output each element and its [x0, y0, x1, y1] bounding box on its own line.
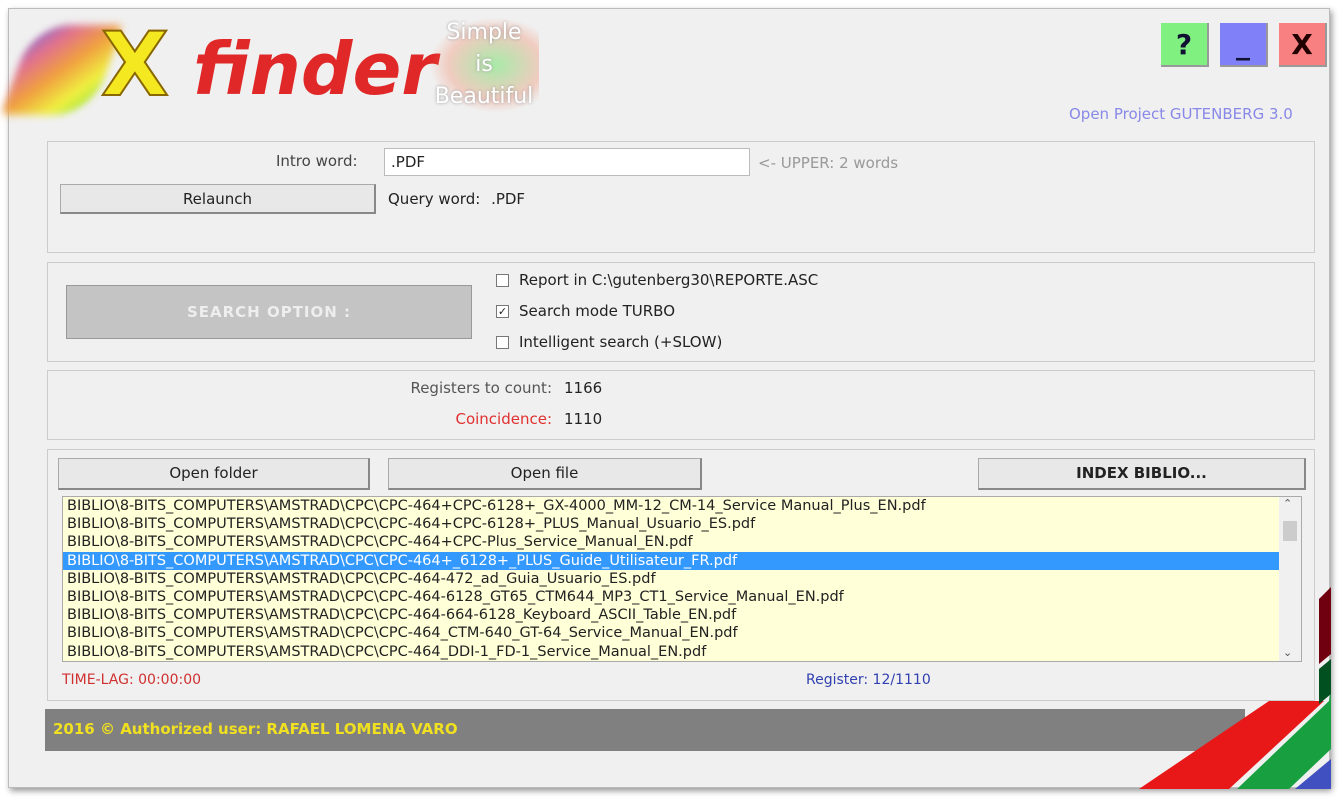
rgb-stripes-decoration — [1139, 587, 1331, 789]
footer-copyright: 2016 © Authorized user: RAFAEL LOMENA VA… — [53, 720, 458, 738]
slogan-line: Simple — [446, 20, 522, 45]
register-counter: Register: 12/1110 — [806, 672, 931, 688]
coincidence-value: 1110 — [564, 410, 603, 428]
turbo-option[interactable]: ✓ Search mode TURBO — [496, 302, 675, 320]
checkbox[interactable] — [496, 336, 509, 349]
counts-panel: Registers to count: 1166 Coincidence: 11… — [47, 370, 1315, 440]
darkred-stripe — [1319, 587, 1331, 664]
results-list[interactable]: BIBLIO\8-BITS_COMPUTERS\AMSTRAD\CPC\CPC-… — [62, 496, 1302, 662]
query-word-label: Query word: — [388, 190, 481, 208]
list-item[interactable]: BIBLIO\8-BITS_COMPUTERS\AMSTRAD\CPC\CPC-… — [63, 515, 1301, 533]
intro-word-label: Intro word: — [276, 152, 358, 170]
app-window: X finder Simple is Beautiful ? _ X Open … — [0, 8, 1331, 789]
list-item[interactable]: BIBLIO\8-BITS_COMPUTERS\AMSTRAD\CPC\CPC-… — [63, 533, 1301, 551]
slogan-line: Beautiful — [434, 84, 534, 109]
list-item[interactable]: BIBLIO\8-BITS_COMPUTERS\AMSTRAD\CPC\CPC-… — [63, 606, 1301, 624]
list-item[interactable]: BIBLIO\8-BITS_COMPUTERS\AMSTRAD\CPC\CPC-… — [63, 624, 1301, 642]
index-biblio-button[interactable]: INDEX BIBLIO... — [978, 458, 1306, 490]
intelligent-option[interactable]: Intelligent search (+SLOW) — [496, 333, 722, 351]
scrollbar-thumb[interactable] — [1283, 521, 1297, 541]
checkbox-checked[interactable]: ✓ — [496, 305, 509, 318]
scroll-up-icon[interactable]: ⌃ — [1283, 497, 1292, 510]
minimize-button[interactable]: _ — [1220, 23, 1268, 67]
logo: X finder Simple is Beautiful — [0, 12, 549, 117]
query-panel: Intro word: .PDF <- UPPER: 2 words Relau… — [47, 141, 1315, 253]
list-item[interactable]: BIBLIO\8-BITS_COMPUTERS\AMSTRAD\CPC\CPC-… — [63, 643, 1301, 661]
logo-x: X — [100, 12, 170, 117]
search-option-button[interactable]: SEARCH OPTION : — [66, 285, 472, 339]
subtitle: Open Project GUTENBERG 3.0 — [1069, 105, 1293, 123]
intro-word-input[interactable]: .PDF — [384, 148, 750, 176]
time-lag: TIME-LAG: 00:00:00 — [62, 672, 202, 688]
close-button[interactable]: X — [1279, 23, 1327, 67]
option-label: Search mode TURBO — [519, 302, 676, 320]
list-item[interactable]: BIBLIO\8-BITS_COMPUTERS\AMSTRAD\CPC\CPC-… — [63, 497, 1301, 515]
options-panel: SEARCH OPTION : Report in C:\gutenberg30… — [47, 262, 1315, 362]
upper-hint: <- UPPER: 2 words — [758, 154, 899, 172]
coincidence-label: Coincidence: — [455, 410, 552, 428]
report-option[interactable]: Report in C:\gutenberg30\REPORTE.ASC — [496, 271, 818, 289]
logo-finder: finder — [193, 27, 437, 111]
open-file-button[interactable]: Open file — [388, 458, 702, 490]
checkbox[interactable] — [496, 274, 509, 287]
query-word: Query word: .PDF — [388, 190, 525, 208]
slogan: Simple is Beautiful — [429, 17, 539, 113]
relaunch-button[interactable]: Relaunch — [60, 184, 376, 214]
slogan-line: is — [475, 52, 493, 77]
help-button[interactable]: ? — [1161, 23, 1209, 67]
list-item[interactable]: BIBLIO\8-BITS_COMPUTERS\AMSTRAD\CPC\CPC-… — [63, 570, 1301, 588]
option-label: Intelligent search (+SLOW) — [519, 333, 723, 351]
list-item[interactable]: BIBLIO\8-BITS_COMPUTERS\AMSTRAD\CPC\CPC-… — [63, 551, 1301, 570]
option-label: Report in C:\gutenberg30\REPORTE.ASC — [519, 271, 819, 289]
darkgreen-stripe — [1319, 659, 1331, 704]
footer-bar: 2016 © Authorized user: RAFAEL LOMENA VA… — [45, 709, 1245, 751]
list-item[interactable]: BIBLIO\8-BITS_COMPUTERS\AMSTRAD\CPC\CPC-… — [63, 588, 1301, 606]
registers-label: Registers to count: — [410, 379, 552, 397]
registers-value: 1166 — [564, 379, 603, 397]
open-folder-button[interactable]: Open folder — [58, 458, 370, 490]
query-word-value: .PDF — [491, 190, 526, 208]
